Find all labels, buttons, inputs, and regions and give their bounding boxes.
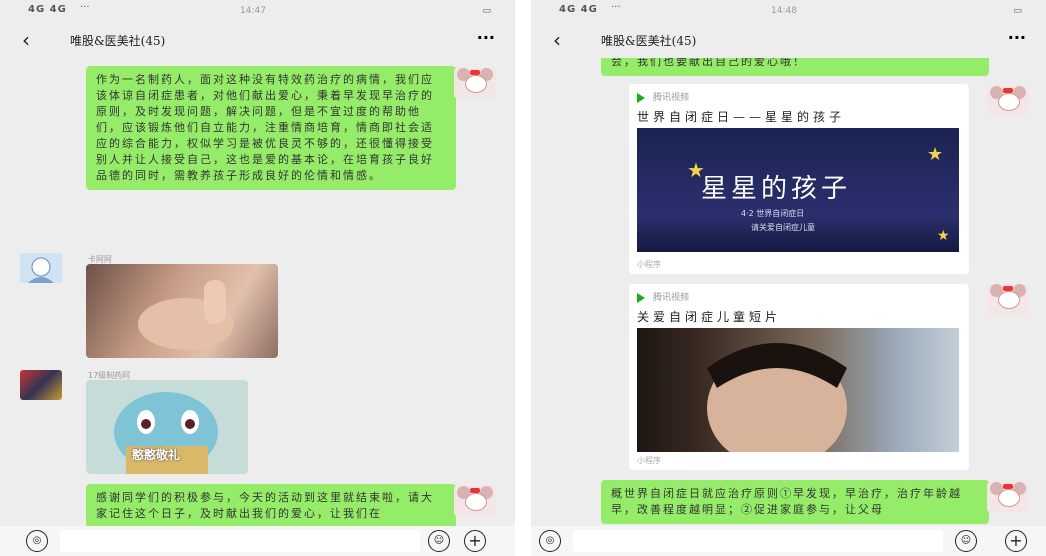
- more-options-button[interactable]: ···: [477, 28, 495, 47]
- chat-input-bar: ◎ ☺ +: [0, 526, 515, 556]
- emoji-icon[interactable]: ☺: [955, 530, 977, 552]
- tencent-video-icon: [637, 292, 645, 303]
- back-icon[interactable]: ‹: [22, 28, 30, 52]
- signal-indicator: 4G 4G: [559, 4, 598, 15]
- avatar-mouse[interactable]: [454, 68, 496, 98]
- video-share-card[interactable]: 腾讯视频 关爱自闭症儿童短片 小程序: [629, 284, 969, 470]
- avatar-mouse[interactable]: [987, 284, 1029, 314]
- card-title: 世界自闭症日——星星的孩子: [637, 110, 846, 124]
- message-input[interactable]: [573, 530, 943, 552]
- star-icon: ★: [937, 228, 950, 244]
- battery-icon: ▭: [482, 6, 491, 16]
- message-bubble-outgoing[interactable]: 概世界自闭症日就应治疗原则①早发现，早治疗，治疗年龄越早，改善程度越明显；②促进…: [601, 480, 989, 524]
- card-source: 腾讯视频: [637, 290, 689, 303]
- message-list[interactable]: 会，我们也要献出自己的爱心哦！ 腾讯视频 世界自闭症日——星星的孩子 ★ ★ ★…: [531, 58, 1046, 526]
- card-footer: 小程序: [637, 456, 661, 465]
- child-face-icon: [707, 343, 847, 452]
- status-dots: ···: [611, 2, 621, 13]
- card-source-label: 腾讯视频: [653, 293, 690, 303]
- chat-screen-left: 4G 4G ··· 14:47 ▭ ‹ 唯股&医美社(45) ··· 作为一名制…: [0, 0, 515, 556]
- signal-indicator: 4G 4G: [28, 4, 67, 15]
- avatar-user[interactable]: [20, 370, 62, 400]
- back-icon[interactable]: ‹: [553, 28, 561, 52]
- chat-title-bar: ‹ 唯股&医美社(45) ···: [531, 24, 1046, 56]
- status-time: 14:48: [771, 6, 797, 16]
- message-list[interactable]: 作为一名制药人，面对这种没有特效药治疗的病情，我们应该体谅自闭症患者，对他们献出…: [0, 58, 515, 526]
- video-thumbnail[interactable]: [637, 328, 959, 452]
- message-input[interactable]: [60, 530, 420, 552]
- chat-title-bar: ‹ 唯股&医美社(45) ···: [0, 24, 515, 56]
- chat-screen-right: 4G 4G ··· 14:48 ▭ ‹ 唯股&医美社(45) ··· 会，我们也…: [531, 0, 1046, 556]
- card-source: 腾讯视频: [637, 90, 689, 103]
- card-source-label: 腾讯视频: [653, 93, 690, 103]
- tencent-video-icon: [637, 92, 645, 103]
- video-share-card[interactable]: 腾讯视频 世界自闭症日——星星的孩子 ★ ★ ★ 星星的孩子 4·2 世界自闭症…: [629, 84, 969, 274]
- thumbs-up-icon: [138, 280, 234, 350]
- chat-title: 唯股&医美社(45): [601, 34, 697, 48]
- avatar-figure-icon: [28, 257, 54, 283]
- sticker-caption: 憨憨敬礼: [132, 448, 181, 462]
- battery-icon: ▭: [1013, 6, 1022, 16]
- chat-input-bar: ◎ ☺ +: [531, 526, 1046, 556]
- voice-icon[interactable]: ◎: [26, 530, 48, 552]
- avatar-user[interactable]: [20, 253, 62, 283]
- more-options-button[interactable]: ···: [1008, 28, 1026, 47]
- video-thumbnail[interactable]: ★ ★ ★ 星星的孩子 4·2 世界自闭症日 请关爱自闭症儿童: [637, 128, 959, 252]
- card-footer: 小程序: [637, 260, 661, 269]
- message-bubble-outgoing[interactable]: 感谢同学们的积极参与，今天的活动到这里就结束啦，请大家记住这个日子，及时献出我们…: [86, 484, 456, 526]
- thumbnail-subtitle: 请关爱自闭症儿童: [751, 223, 815, 232]
- avatar-mouse[interactable]: [987, 86, 1029, 116]
- status-dots: ···: [80, 2, 90, 13]
- thumbnail-title: 星星的孩子: [701, 174, 852, 204]
- message-bubble-outgoing[interactable]: 会，我们也要献出自己的爱心哦！: [601, 58, 989, 76]
- chat-title: 唯股&医美社(45): [70, 34, 166, 48]
- voice-icon[interactable]: ◎: [539, 530, 561, 552]
- card-title: 关爱自闭症儿童短片: [637, 310, 782, 324]
- message-bubble-outgoing[interactable]: 作为一名制药人，面对这种没有特效药治疗的病情，我们应该体谅自闭症患者，对他们献出…: [86, 66, 456, 190]
- avatar-mouse[interactable]: [987, 482, 1029, 512]
- emoji-icon[interactable]: ☺: [428, 530, 450, 552]
- thumbnail-subtitle: 4·2 世界自闭症日: [741, 209, 805, 218]
- plus-icon[interactable]: +: [1005, 530, 1027, 552]
- status-time: 14:47: [240, 6, 266, 16]
- photo-message-thumbs-up[interactable]: [86, 264, 278, 358]
- status-bar: 4G 4G ··· 14:47 ▭: [0, 0, 515, 24]
- star-icon: ★: [927, 144, 944, 165]
- avatar-mouse[interactable]: [454, 486, 496, 516]
- sticker-message[interactable]: 憨憨敬礼: [86, 380, 248, 474]
- status-bar: 4G 4G ··· 14:48 ▭: [531, 0, 1046, 24]
- plus-icon[interactable]: +: [464, 530, 486, 552]
